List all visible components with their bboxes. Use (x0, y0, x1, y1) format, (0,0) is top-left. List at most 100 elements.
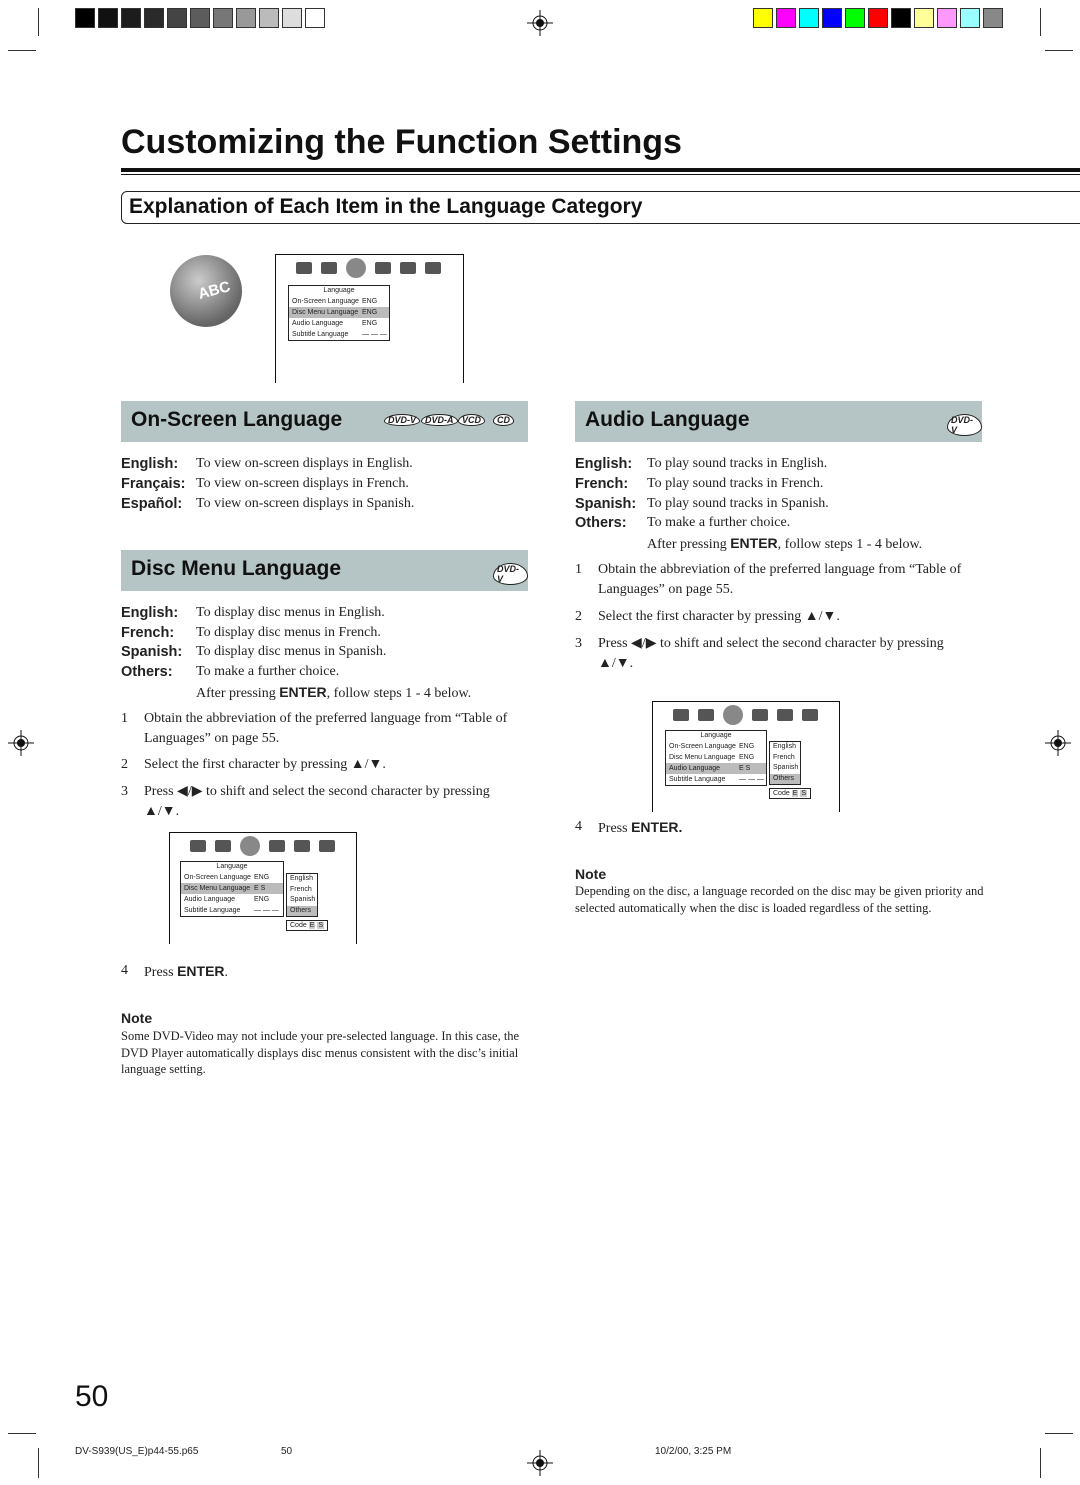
menu-row[interactable]: Disc Menu Language ENG (289, 307, 389, 318)
registration-target-icon (8, 730, 34, 756)
footer-file: DV-S939(US_E)p44-55.p65 (75, 1446, 199, 1457)
picture-icon (375, 262, 391, 274)
language-menu: Language On-Screen Language ENG Disc Menu… (665, 730, 767, 786)
option-item[interactable]: Spanish (770, 763, 800, 774)
crop-mark (1045, 1433, 1073, 1434)
color-swatch (213, 8, 233, 28)
remote-icon (777, 709, 793, 721)
speaker-icon (698, 709, 714, 721)
option-item[interactable]: English (287, 874, 317, 885)
menu-category-icons (190, 836, 335, 856)
registration-target-icon (527, 1450, 553, 1476)
menu-row[interactable]: On-Screen Language ENG (181, 872, 283, 883)
footer-page: 50 (281, 1446, 293, 1457)
color-swatch (914, 8, 934, 28)
option-item[interactable]: French (287, 885, 317, 896)
color-swatch (259, 8, 279, 28)
onscreen-language-header: On-Screen Language DVD-V DVD-A VCD CD (121, 401, 528, 442)
menu-row[interactable]: Subtitle Language — — — (181, 905, 283, 916)
menu-row[interactable]: Subtitle Language — — — (289, 329, 389, 340)
language-icon (723, 705, 743, 725)
menu-row[interactable]: Disc Menu Language E S (181, 883, 283, 894)
menu-row[interactable]: Disc Menu Language ENG (666, 752, 766, 763)
speaker-icon (321, 262, 337, 274)
section-title: Audio Language (585, 408, 750, 431)
dvd-video-logo: DVD-V (384, 414, 421, 426)
note-text: Depending on the disc, a language record… (575, 884, 984, 915)
note-title: Note (121, 1010, 153, 1026)
color-swatch (305, 8, 325, 28)
manual-page: Customizing the Function Settings Explan… (0, 0, 1080, 1485)
code-field[interactable]: Code E S (286, 920, 329, 931)
color-swatch (144, 8, 164, 28)
tv-icon (190, 840, 206, 852)
crop-mark (1040, 8, 1041, 36)
color-swatch (121, 8, 141, 28)
color-swatch (75, 8, 95, 28)
title-rule (121, 168, 1080, 172)
color-swatch (983, 8, 1003, 28)
language-icon (240, 836, 260, 856)
remote-icon (400, 262, 416, 274)
registration-target-icon (527, 10, 553, 36)
option-item[interactable]: Spanish (287, 895, 317, 906)
abc-icon-text: ABC (196, 278, 233, 303)
color-swatch (753, 8, 773, 28)
option-item[interactable]: Others (770, 773, 800, 784)
player-icon (425, 262, 441, 274)
step-1: 1 Obtain the abbreviation of the preferre… (121, 711, 508, 746)
color-swatch (960, 8, 980, 28)
menu-row[interactable]: On-Screen Language ENG (289, 296, 389, 307)
page-title: Customizing the Function Settings (121, 123, 682, 161)
footer-date: 10/2/00, 3:25 PM (655, 1446, 732, 1457)
menu-row[interactable]: Audio Language E S (666, 763, 766, 774)
color-swatch (776, 8, 796, 28)
language-abc-icon: ABC (170, 255, 242, 327)
tv-icon (296, 262, 312, 274)
disc-menu-language-header: Disc Menu Language DVD-V (121, 550, 528, 591)
disc-menu-screen: Language On-Screen Language ENG Disc Menu… (169, 832, 357, 944)
audio-language-header: Audio Language DVD-V (575, 401, 982, 442)
registration-target-icon (1045, 730, 1071, 756)
language-options-list: English French Spanish Others (286, 873, 318, 917)
menu-row[interactable]: Audio Language ENG (289, 318, 389, 329)
dvd-video-logo: DVD-V (947, 414, 982, 436)
color-swatch (236, 8, 256, 28)
section-subtitle: Explanation of Each Item in the Language… (121, 191, 1080, 224)
vcd-logo: VCD (458, 414, 486, 426)
remote-icon (294, 840, 310, 852)
menu-row[interactable]: On-Screen Language ENG (666, 741, 766, 752)
color-swatch (98, 8, 118, 28)
color-swatch (167, 8, 187, 28)
menu-row[interactable]: Subtitle Language — — — (666, 774, 766, 785)
menu-category-icons (296, 258, 441, 278)
menu-header: Language (323, 287, 355, 294)
cd-logo: CD (493, 414, 514, 426)
after-enter-text: After pressing ENTER, follow steps 1 - 4… (196, 684, 472, 701)
option-item[interactable]: English (770, 742, 800, 753)
color-swatch (868, 8, 888, 28)
menu-category-icons (673, 705, 818, 725)
crop-mark (8, 1433, 36, 1434)
menu-row[interactable]: Audio Language ENG (181, 894, 283, 905)
crop-mark (1045, 50, 1073, 51)
section-title: Disc Menu Language (131, 557, 342, 580)
language-menu-screen: Language On-Screen Language ENG Disc Menu… (275, 254, 464, 383)
code-field[interactable]: Code E S (769, 788, 812, 799)
speaker-icon (215, 840, 231, 852)
crop-mark (38, 8, 39, 36)
color-swatch (937, 8, 957, 28)
crop-mark (38, 1448, 39, 1478)
after-enter-text: After pressing ENTER, follow steps 1 - 4… (647, 535, 923, 552)
language-menu: Language On-Screen Language ENG Disc Menu… (180, 861, 284, 917)
color-swatch (822, 8, 842, 28)
language-menu: Language On-Screen Language ENG Disc Menu… (288, 285, 390, 341)
option-item[interactable]: Others (287, 905, 317, 916)
color-swatch (799, 8, 819, 28)
dvd-video-logo: DVD-V (493, 563, 528, 585)
option-item[interactable]: French (770, 753, 800, 764)
player-icon (802, 709, 818, 721)
color-swatch (282, 8, 302, 28)
section-subtitle-text: Explanation of Each Item in the Language… (129, 195, 643, 218)
color-swatch (891, 8, 911, 28)
